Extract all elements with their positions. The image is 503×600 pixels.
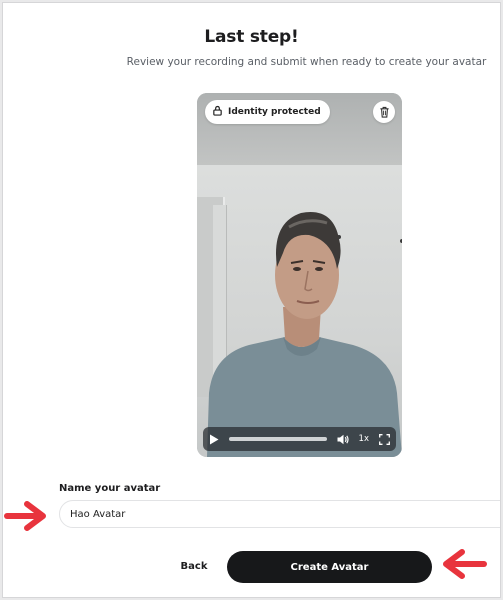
page-title: Last step! xyxy=(204,27,299,47)
person-in-video xyxy=(207,212,402,457)
back-button[interactable]: Back xyxy=(165,555,223,577)
play-icon[interactable] xyxy=(209,434,219,445)
lock-icon xyxy=(212,105,223,119)
fullscreen-icon[interactable] xyxy=(379,433,390,445)
video-preview[interactable]: Identity protected 1x xyxy=(197,93,402,457)
trash-icon xyxy=(379,103,390,122)
page-subtitle: Review your recording and submit when re… xyxy=(126,56,487,68)
avatar-name-label: Name your avatar xyxy=(59,483,161,494)
video-controls-bar: 1x xyxy=(203,427,396,451)
identity-protected-badge: Identity protected xyxy=(205,100,330,124)
video-seek-bar[interactable] xyxy=(229,437,327,441)
create-avatar-button[interactable]: Create Avatar xyxy=(227,551,432,583)
identity-protected-label: Identity protected xyxy=(228,107,321,117)
annotation-arrow-left-icon xyxy=(443,549,487,579)
avatar-name-input[interactable] xyxy=(59,500,500,528)
volume-icon[interactable] xyxy=(337,434,349,445)
delete-recording-button[interactable] xyxy=(373,101,395,123)
annotation-arrow-right-icon xyxy=(4,501,46,531)
playback-rate-button[interactable]: 1x xyxy=(359,434,369,444)
page: Last step! Review your recording and sub… xyxy=(2,2,501,598)
